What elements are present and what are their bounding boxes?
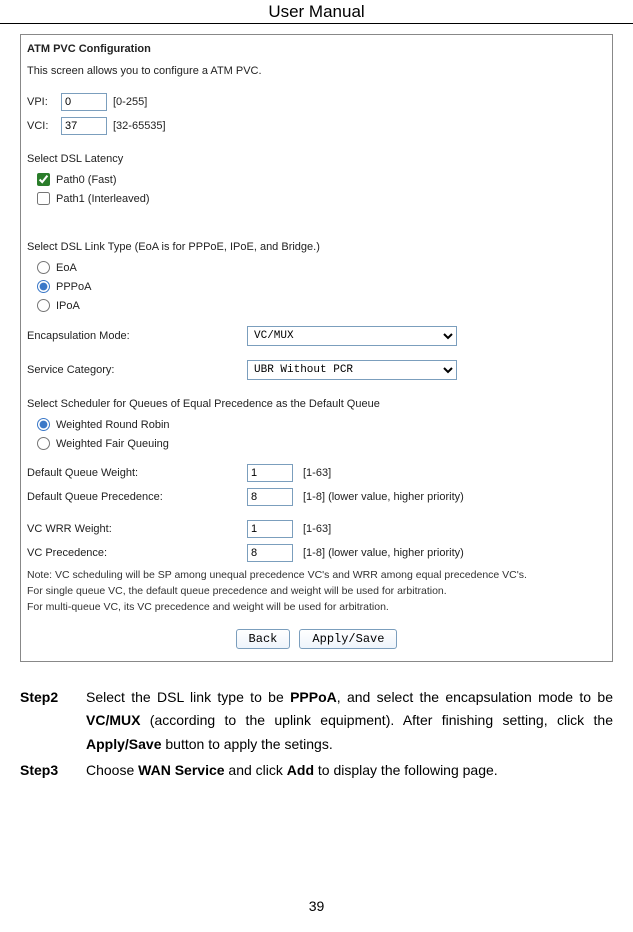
encap-row: Encapsulation Mode: VC/MUX — [27, 326, 606, 346]
pppoa-radio[interactable] — [37, 280, 50, 293]
dq-weight-input[interactable] — [247, 464, 293, 482]
panel-intro: This screen allows you to configure a AT… — [27, 65, 606, 77]
pppoa-row: PPPoA — [37, 280, 606, 293]
vc-prec-row: VC Precedence: [1-8] (lower value, highe… — [27, 544, 606, 562]
vpi-input[interactable] — [61, 93, 107, 111]
dq-prec-hint: [1-8] (lower value, higher priority) — [303, 491, 464, 503]
path1-label: Path1 (Interleaved) — [56, 193, 150, 205]
eoa-label: EoA — [56, 262, 77, 274]
doc-header: User Manual — [0, 0, 633, 24]
vc-wrr-label: VC WRR Weight: — [27, 523, 247, 535]
body-text: Step2 Select the DSL link type to be PPP… — [20, 686, 613, 783]
wrr-row: Weighted Round Robin — [37, 418, 606, 431]
path1-checkbox[interactable] — [37, 192, 50, 205]
path1-row: Path1 (Interleaved) — [37, 192, 606, 205]
vci-label: VCI: — [27, 120, 61, 132]
vpi-hint: [0-255] — [113, 96, 147, 108]
vc-prec-hint: [1-8] (lower value, higher priority) — [303, 547, 464, 559]
step3-row: Step3 Choose WAN Service and click Add t… — [20, 759, 613, 783]
vci-hint: [32-65535] — [113, 120, 166, 132]
wfq-radio[interactable] — [37, 437, 50, 450]
note-line-2: For single queue VC, the default queue p… — [27, 584, 606, 598]
vpi-label: VPI: — [27, 96, 61, 108]
wfq-row: Weighted Fair Queuing — [37, 437, 606, 450]
vc-wrr-input[interactable] — [247, 520, 293, 538]
panel-title: ATM PVC Configuration — [27, 43, 606, 55]
path0-row: Path0 (Fast) — [37, 173, 606, 186]
encap-label: Encapsulation Mode: — [27, 330, 247, 342]
eoa-radio[interactable] — [37, 261, 50, 274]
svccat-select[interactable]: UBR Without PCR — [247, 360, 457, 380]
vpi-row: VPI: [0-255] — [27, 93, 606, 111]
scheduler-label: Select Scheduler for Queues of Equal Pre… — [27, 398, 606, 410]
dq-prec-input[interactable] — [247, 488, 293, 506]
vc-prec-label: VC Precedence: — [27, 547, 247, 559]
step3-content: Choose WAN Service and click Add to disp… — [86, 759, 613, 783]
step2-content: Select the DSL link type to be PPPoA, an… — [86, 686, 613, 757]
linktype-label: Select DSL Link Type (EoA is for PPPoE, … — [27, 241, 606, 253]
note-line-1: Note: VC scheduling will be SP among une… — [27, 568, 606, 582]
latency-label: Select DSL Latency — [27, 153, 606, 165]
vci-input[interactable] — [61, 117, 107, 135]
svccat-row: Service Category: UBR Without PCR — [27, 360, 606, 380]
apply-save-button[interactable]: Apply/Save — [299, 629, 397, 649]
vc-prec-input[interactable] — [247, 544, 293, 562]
dq-weight-label: Default Queue Weight: — [27, 467, 247, 479]
page-number: 39 — [0, 898, 633, 914]
dq-prec-label: Default Queue Precedence: — [27, 491, 247, 503]
wrr-label: Weighted Round Robin — [56, 419, 170, 431]
dq-weight-row: Default Queue Weight: [1-63] — [27, 464, 606, 482]
back-button[interactable]: Back — [236, 629, 291, 649]
dq-weight-hint: [1-63] — [303, 467, 331, 479]
step2-label: Step2 — [20, 686, 86, 757]
pppoa-label: PPPoA — [56, 281, 91, 293]
vci-row: VCI: [32-65535] — [27, 117, 606, 135]
ipoa-row: IPoA — [37, 299, 606, 312]
eoa-row: EoA — [37, 261, 606, 274]
dq-prec-row: Default Queue Precedence: [1-8] (lower v… — [27, 488, 606, 506]
wrr-radio[interactable] — [37, 418, 50, 431]
wfq-label: Weighted Fair Queuing — [56, 438, 169, 450]
button-row: Back Apply/Save — [27, 629, 606, 649]
ipoa-radio[interactable] — [37, 299, 50, 312]
path0-label: Path0 (Fast) — [56, 174, 117, 186]
encap-select[interactable]: VC/MUX — [247, 326, 457, 346]
step3-label: Step3 — [20, 759, 86, 783]
vc-wrr-hint: [1-63] — [303, 523, 331, 535]
ipoa-label: IPoA — [56, 300, 80, 312]
svccat-label: Service Category: — [27, 364, 247, 376]
step2-row: Step2 Select the DSL link type to be PPP… — [20, 686, 613, 757]
vc-wrr-row: VC WRR Weight: [1-63] — [27, 520, 606, 538]
path0-checkbox[interactable] — [37, 173, 50, 186]
screenshot-panel: ATM PVC Configuration This screen allows… — [20, 34, 613, 662]
note-line-3: For multi-queue VC, its VC precedence an… — [27, 600, 606, 614]
